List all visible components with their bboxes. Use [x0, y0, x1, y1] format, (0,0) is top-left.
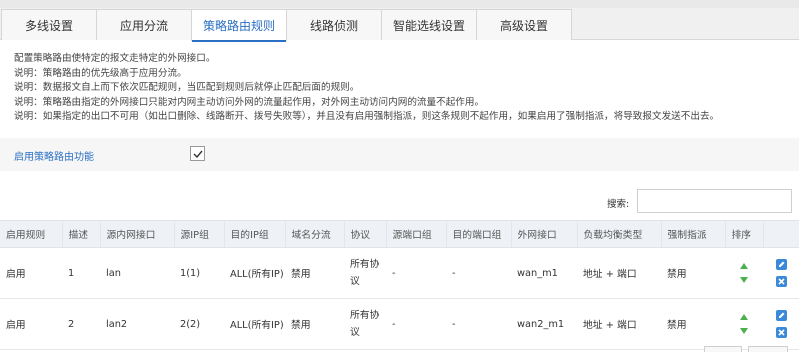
cell-actions [763, 247, 799, 299]
note-line: 说明：策略路由指定的外网接口只能对内网主动访问外网的流量起作用，对外网主动访问内… [14, 96, 485, 108]
column-header: 描述 [62, 220, 101, 248]
note-line: 说明：数据报文自上而下依次匹配规则，当匹配到规则后就停止匹配后面的规则。 [14, 82, 360, 94]
cell-sort [725, 247, 763, 299]
cell-source-port-group: - [386, 298, 446, 350]
pagination-next-button[interactable] [748, 346, 788, 352]
cell-load-balance-type: 地址 + 端口 [577, 247, 661, 299]
enable-policy-routing-row: 启用策略路由功能 [0, 138, 799, 171]
move-up-icon[interactable] [740, 263, 748, 269]
pencil-icon [778, 261, 784, 267]
column-header: 负载均衡类型 [577, 220, 662, 248]
column-header: 源内网接口 [100, 220, 175, 248]
cell-source-port-group: - [386, 247, 446, 299]
column-header: 强制指派 [661, 220, 726, 248]
tab-bar: 多线设置 应用分流 策略路由规则 线路侦测 智能选线设置 高级设置 [0, 0, 799, 42]
column-header: 启用规则 [0, 220, 63, 248]
tab-policy-routing-rules[interactable]: 策略路由规则 [191, 9, 287, 42]
cell-wan-interface: wan2_m1 [511, 298, 577, 350]
close-icon [777, 329, 785, 336]
tab-advanced-settings[interactable]: 高级设置 [476, 9, 572, 40]
column-header: 域名分流 [285, 220, 345, 248]
cell-destination-port-group: - [446, 247, 511, 299]
tab-bar-top-strip [0, 0, 799, 8]
delete-button[interactable] [775, 327, 787, 338]
enable-policy-routing-checkbox[interactable] [190, 146, 205, 161]
cell-description: 1 [62, 247, 100, 299]
column-header: 排序 [725, 220, 764, 248]
close-icon [777, 278, 785, 285]
move-up-icon[interactable] [740, 314, 748, 320]
description-notes: 配置策略路由使特定的报文走特定的外网接口。 说明：策略路由的优先级高于应用分流。… [14, 52, 794, 125]
pagination-prev-button[interactable] [704, 346, 742, 352]
cell-description: 2 [62, 298, 100, 350]
pencil-icon [778, 312, 784, 318]
tab-line-detection[interactable]: 线路侦测 [286, 9, 382, 40]
edit-button[interactable] [775, 310, 787, 321]
cell-destination-ip-group: ALL(所有IP) [224, 298, 285, 350]
enable-policy-routing-label: 启用策略路由功能 [14, 152, 94, 163]
column-header: 源端口组 [386, 220, 447, 248]
search-input[interactable] [637, 189, 792, 213]
cell-actions [763, 298, 799, 350]
table-header-row: 启用规则 描述 源内网接口 源IP组 目的IP组 域名分流 协议 源端口组 目的… [0, 220, 799, 248]
cell-destination-port-group: - [446, 298, 511, 350]
cell-domain-split: 禁用 [285, 247, 344, 299]
edit-button[interactable] [775, 259, 787, 270]
column-header: 目的端口组 [446, 220, 512, 248]
policy-route-table: 启用规则 描述 源内网接口 源IP组 目的IP组 域名分流 协议 源端口组 目的… [0, 220, 799, 350]
column-header: 目的IP组 [224, 220, 286, 248]
cell-destination-ip-group: ALL(所有IP) [224, 247, 285, 299]
tab-smart-line-selection[interactable]: 智能选线设置 [381, 9, 477, 40]
cell-enabled: 启用 [0, 247, 62, 299]
move-down-icon[interactable] [740, 277, 748, 283]
note-line: 说明：如果指定的出口不可用（如出口删除、线路断开、拨号失败等），并且没有启用强制… [14, 111, 720, 123]
tab-app-split[interactable]: 应用分流 [96, 9, 192, 40]
cell-domain-split: 禁用 [285, 298, 344, 350]
cell-source-ip-group: 1(1) [174, 247, 224, 299]
search-label: 搜索: [607, 199, 630, 210]
cell-wan-interface: wan_m1 [511, 247, 577, 299]
column-header: 外网接口 [511, 220, 578, 248]
column-header: 协议 [344, 220, 387, 248]
cell-source-interface: lan2 [100, 298, 174, 350]
cell-load-balance-type: 地址 + 端口 [577, 298, 661, 350]
note-line: 说明：策略路由的优先级高于应用分流。 [14, 67, 187, 79]
cell-force-assign: 禁用 [661, 298, 725, 350]
delete-button[interactable] [775, 276, 787, 287]
cell-sort [725, 298, 763, 350]
cell-protocol: 所有协议 [344, 298, 386, 350]
checkmark-icon [193, 150, 203, 159]
cell-protocol: 所有协议 [344, 247, 386, 299]
column-header-actions [763, 220, 799, 248]
note-line: 配置策略路由使特定的报文走特定的外网接口。 [14, 53, 216, 64]
table-row: 启用 2 lan2 2(2) ALL(所有IP) 禁用 所有协议 - - wan… [0, 298, 799, 350]
column-header: 源IP组 [174, 220, 225, 248]
cell-source-ip-group: 2(2) [174, 298, 224, 350]
tab-multiline-settings[interactable]: 多线设置 [1, 9, 97, 40]
cell-enabled: 启用 [0, 298, 62, 350]
cell-force-assign: 禁用 [661, 247, 725, 299]
move-down-icon[interactable] [740, 328, 748, 334]
cell-source-interface: lan [100, 247, 174, 299]
table-row: 启用 1 lan 1(1) ALL(所有IP) 禁用 所有协议 - - wan_… [0, 247, 799, 299]
